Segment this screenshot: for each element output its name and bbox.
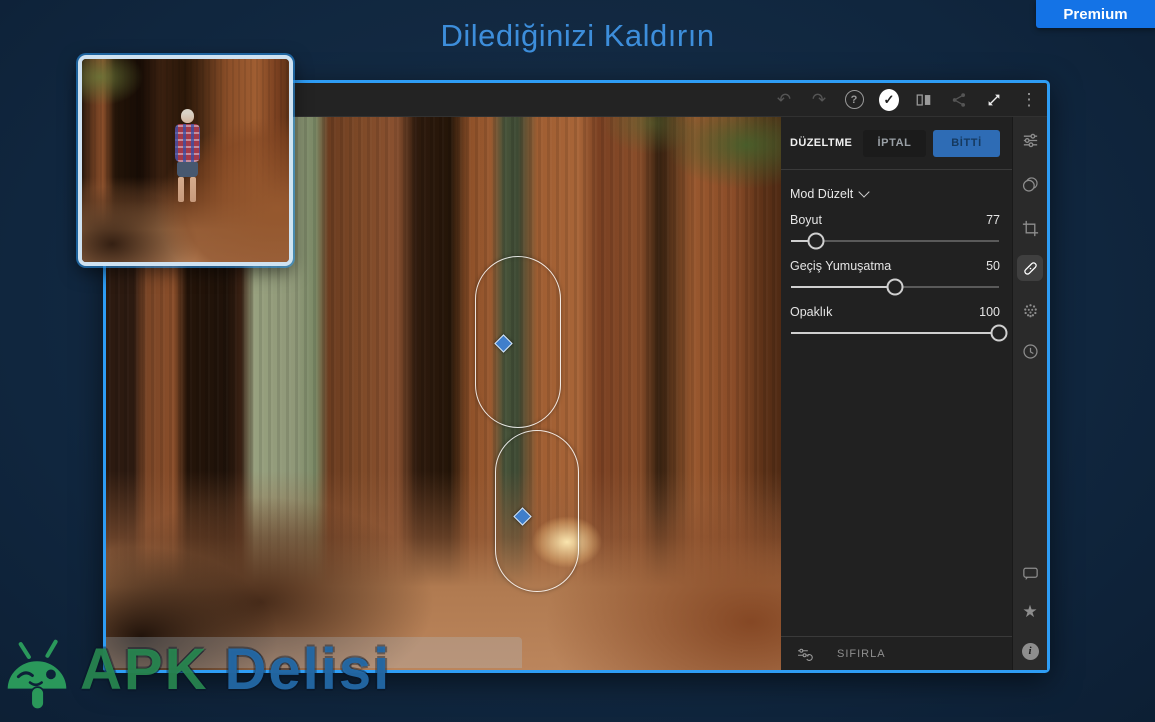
mode-dropdown[interactable]: Mod Düzelt xyxy=(790,182,1000,206)
healing-selection-1[interactable] xyxy=(475,256,561,428)
watermark-word-2: Delisi xyxy=(224,634,391,707)
before-thumbnail[interactable] xyxy=(78,55,293,266)
slider-track[interactable] xyxy=(791,286,999,288)
slider-track[interactable] xyxy=(791,332,999,334)
confirm-check-icon[interactable]: ✓ xyxy=(879,90,899,110)
panel-header: DÜZELTME İPTAL BİTTİ xyxy=(781,117,1012,170)
slider-label: Geçiş Yumuşatma xyxy=(790,259,891,273)
presets-icon[interactable] xyxy=(1017,171,1043,197)
mode-label: Mod Düzelt xyxy=(790,187,853,201)
panel-title: DÜZELTME xyxy=(790,137,856,149)
texture-brush-icon[interactable] xyxy=(1017,297,1043,323)
panel-controls: Mod Düzelt Boyut 77 Geçiş Yumuşatma 50 Opakl… xyxy=(781,170,1012,351)
crop-icon[interactable] xyxy=(1017,215,1043,241)
share-icon[interactable] xyxy=(949,90,969,110)
panel-footer: SIFIRLA xyxy=(781,636,1012,670)
overflow-menu-icon[interactable]: ⋮ xyxy=(1019,90,1039,110)
before-photo xyxy=(82,59,289,262)
tool-rail: ★i xyxy=(1012,117,1047,670)
watermark-word-1: APK xyxy=(80,634,208,707)
slider-thumb[interactable] xyxy=(991,325,1008,342)
comment-icon[interactable] xyxy=(1017,560,1043,586)
slider-value: 50 xyxy=(986,259,1000,273)
healing-selection-2[interactable] xyxy=(495,430,579,592)
slider-3: Opaklık 100 xyxy=(790,305,1000,334)
page-title: Dilediğinizi Kaldırın xyxy=(0,18,1155,54)
star-icon[interactable]: ★ xyxy=(1017,598,1043,624)
slider-1: Boyut 77 xyxy=(790,213,1000,242)
cancel-button[interactable]: İPTAL xyxy=(863,130,926,157)
slider-thumb[interactable] xyxy=(807,233,824,250)
compare-before-after-icon[interactable] xyxy=(914,90,934,110)
adjust-sliders-icon[interactable] xyxy=(1017,127,1043,153)
reset-button[interactable]: SIFIRLA xyxy=(837,648,886,660)
android-robot-icon xyxy=(0,636,78,722)
slider-label: Opaklık xyxy=(790,305,832,319)
history-icon[interactable] xyxy=(1017,338,1043,364)
redo-icon[interactable]: ↷ xyxy=(809,90,829,110)
help-icon[interactable]: ? xyxy=(844,90,864,110)
fullscreen-expand-icon[interactable] xyxy=(984,90,1004,110)
person-figure xyxy=(170,109,204,202)
premium-badge[interactable]: Premium xyxy=(1036,0,1155,28)
slider-label: Boyut xyxy=(790,213,822,227)
slider-thumb[interactable] xyxy=(887,279,904,296)
slider-value: 100 xyxy=(979,305,1000,319)
done-button[interactable]: BİTTİ xyxy=(933,130,1000,157)
info-icon[interactable]: i xyxy=(1017,638,1043,664)
healing-brush-icon[interactable] xyxy=(1017,255,1043,281)
reset-settings-icon[interactable] xyxy=(795,644,815,664)
edit-panel: DÜZELTME İPTAL BİTTİ Mod Düzelt Boyut 77 G… xyxy=(781,117,1012,670)
slider-track[interactable] xyxy=(791,240,999,242)
undo-icon[interactable]: ↶ xyxy=(774,90,794,110)
watermark: APK Delisi xyxy=(0,634,391,722)
slider-2: Geçiş Yumuşatma 50 xyxy=(790,259,1000,288)
slider-value: 77 xyxy=(986,213,1000,227)
chevron-down-icon xyxy=(859,186,870,197)
